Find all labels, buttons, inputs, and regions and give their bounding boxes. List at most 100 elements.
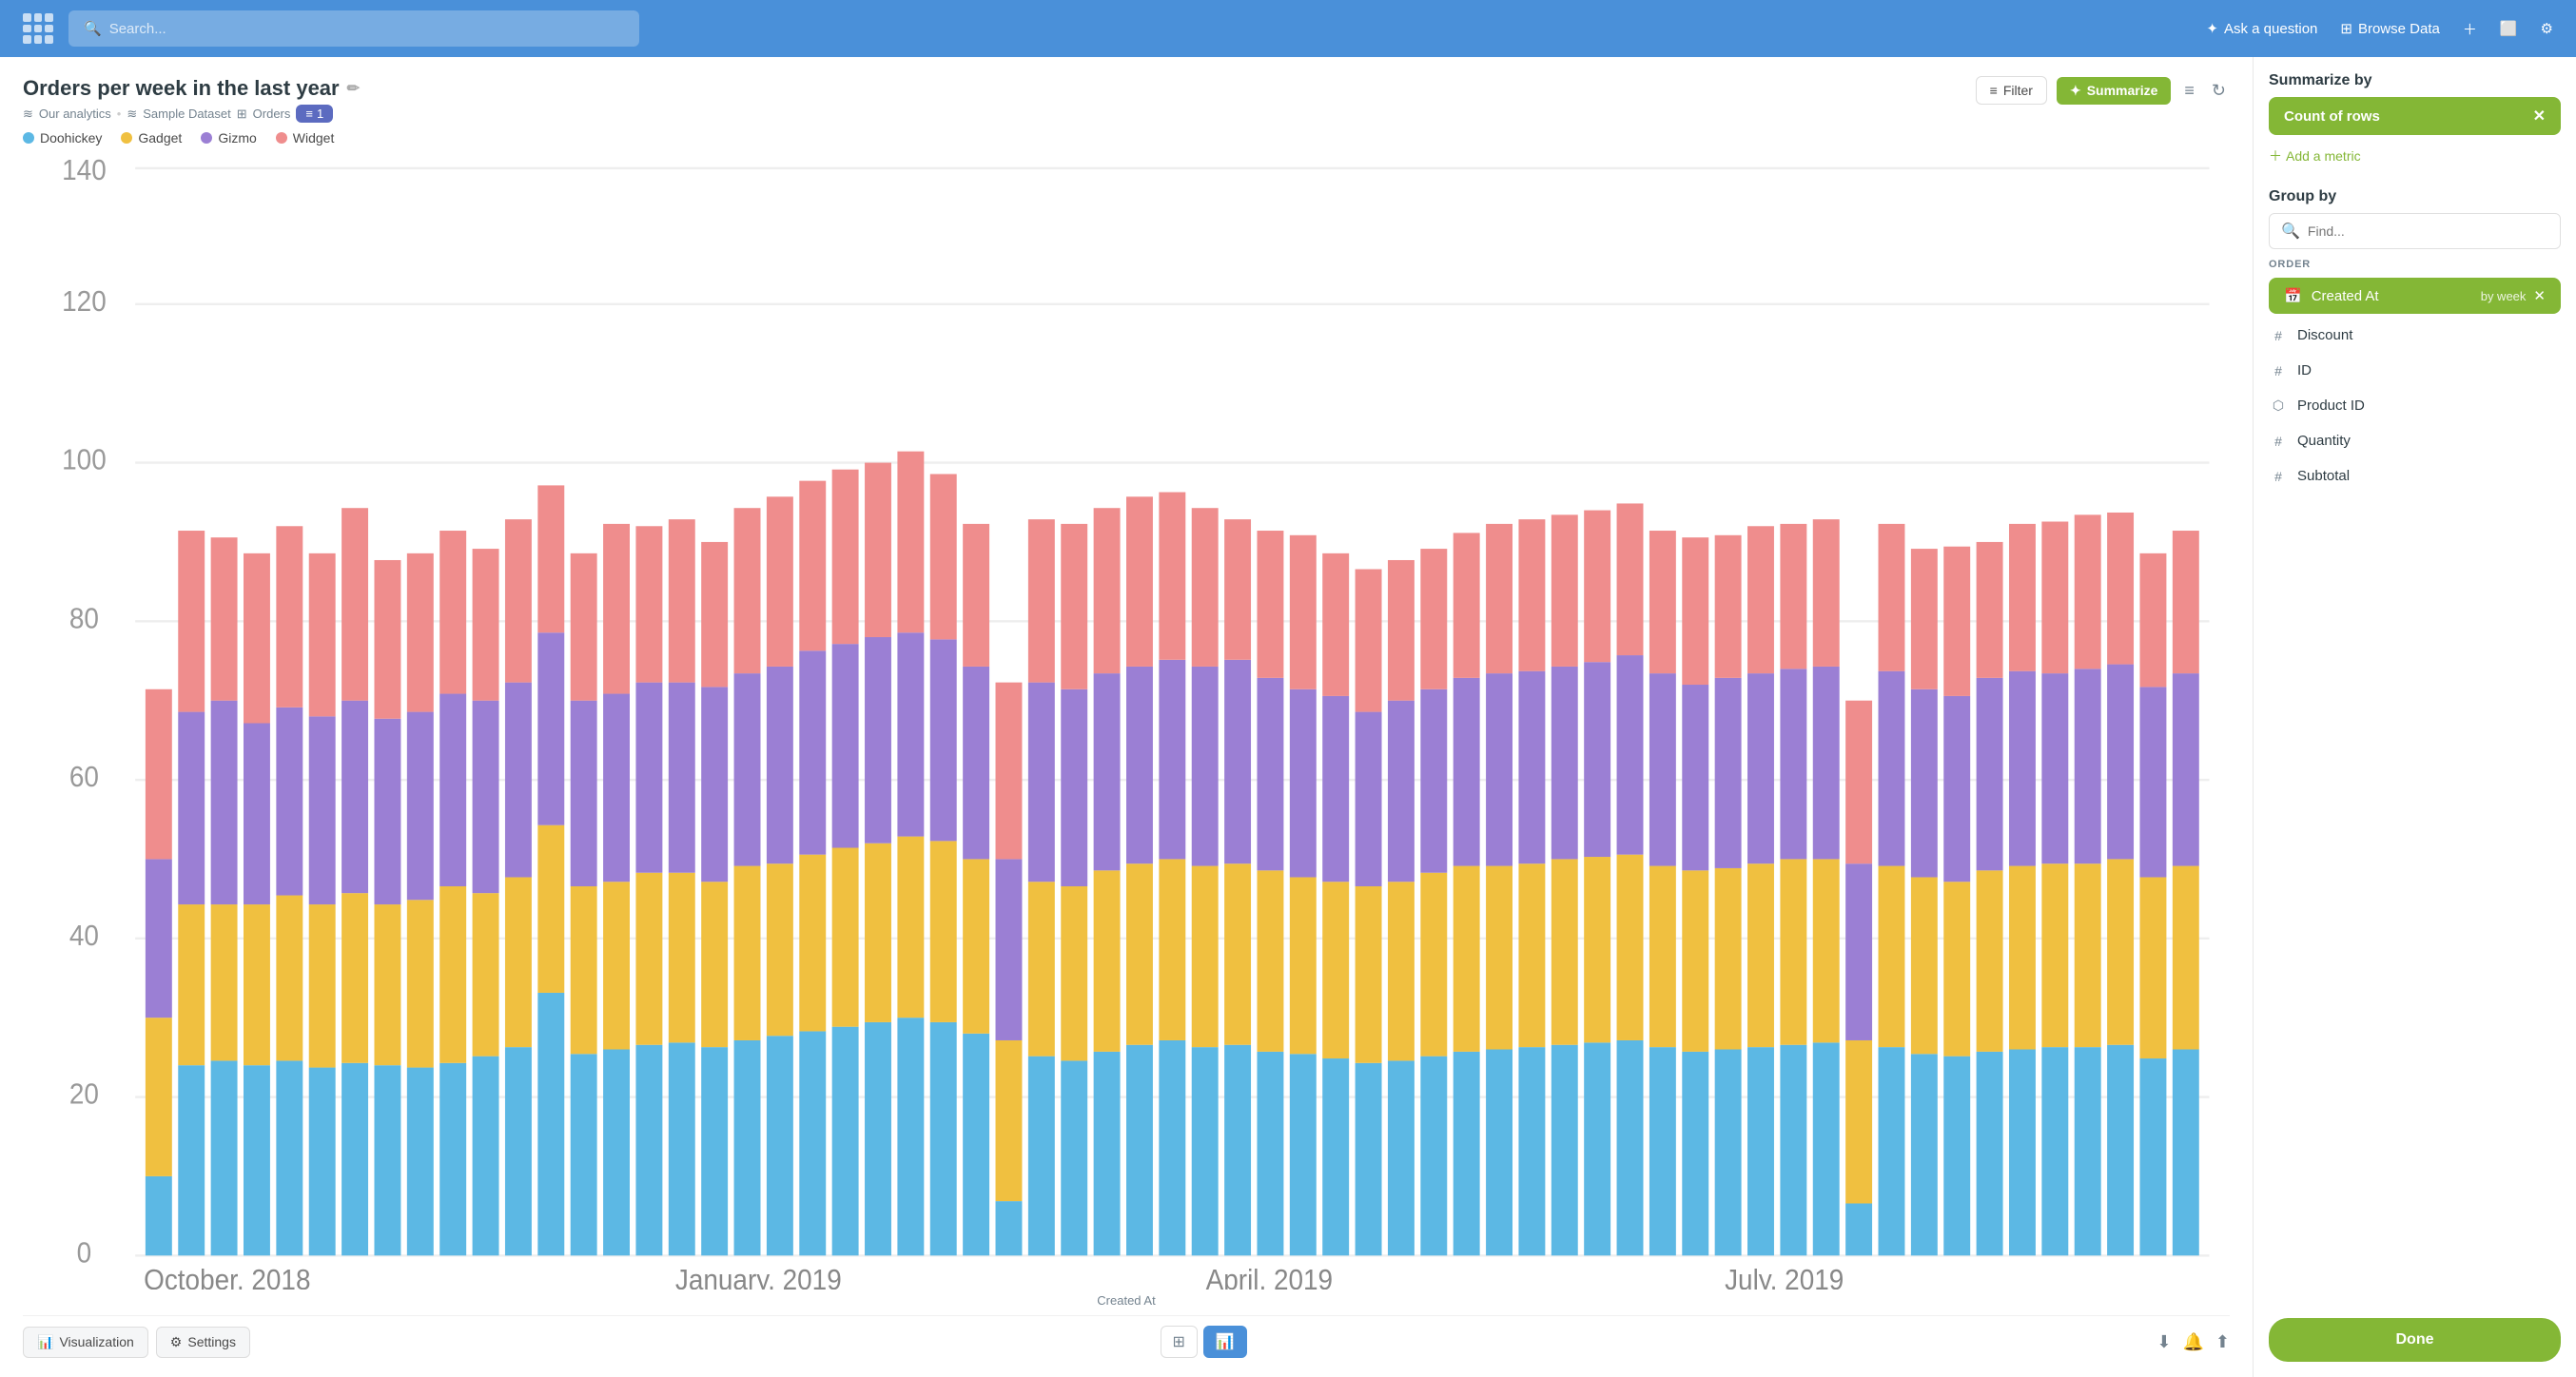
svg-text:140: 140 (62, 157, 107, 186)
grid-icon: ⊞ (2340, 20, 2352, 37)
svg-text:40: 40 (69, 920, 99, 953)
svg-text:100: 100 (62, 443, 107, 476)
chart-legend: Doohickey Gadget Gizmo Widget (23, 130, 2230, 145)
id-label: ID (2297, 362, 2312, 378)
group-item-subtotal[interactable]: # Subtotal (2254, 458, 2576, 494)
remove-metric-icon[interactable]: ✕ (2533, 107, 2546, 126)
chart-svg-wrap: 0 20 40 60 80 100 120 140 (23, 157, 2230, 1290)
hash-icon-quantity: # (2269, 434, 2288, 449)
group-item-quantity[interactable]: # Quantity (2254, 423, 2576, 458)
legend-gizmo: Gizmo (201, 130, 256, 145)
display-button[interactable]: ⬜ (2500, 20, 2518, 37)
share-icon[interactable]: ⬆ (2215, 1332, 2230, 1352)
download-icon[interactable]: ⬇ (2156, 1332, 2171, 1352)
group-item-id[interactable]: # ID (2254, 353, 2576, 388)
svg-text:80: 80 (69, 602, 99, 635)
svg-text:20: 20 (69, 1077, 99, 1111)
bottom-left: 📊 Visualization ⚙ Settings (23, 1327, 250, 1358)
hash-icon-subtotal: # (2269, 469, 2288, 484)
legend-label-widget: Widget (293, 130, 335, 145)
summarize-by-label: Summarize by (2254, 57, 2576, 97)
subtotal-label: Subtotal (2297, 468, 2350, 484)
quantity-label: Quantity (2297, 433, 2351, 449)
settings-icon: ⚙ (170, 1334, 183, 1350)
add-metric-button[interactable]: ＋ Add a metric (2254, 143, 2576, 181)
bar-chart: 0 20 40 60 80 100 120 140 (23, 157, 2230, 1290)
hash-icon-id: # (2269, 363, 2288, 378)
discount-label: Discount (2297, 327, 2352, 343)
legend-dot-doohickey (23, 132, 34, 144)
group-item-discount[interactable]: # Discount (2254, 318, 2576, 353)
bc-icon-3: ⊞ (237, 107, 247, 122)
browse-data-link[interactable]: ⊞ Browse Data (2340, 20, 2439, 37)
summarize-button[interactable]: ✦ Summarize (2057, 77, 2171, 105)
legend-dot-widget (276, 132, 287, 144)
chart-title: Orders per week in the last year (23, 76, 340, 101)
count-of-rows-label: Count of rows (2284, 108, 2380, 125)
hash-icon-discount: # (2269, 328, 2288, 343)
new-button[interactable]: ＋ (2463, 19, 2477, 39)
settings-button[interactable]: ⚙ Settings (156, 1327, 250, 1358)
created-at-label: Created At (2312, 288, 2379, 304)
done-button[interactable]: Done (2269, 1318, 2561, 1362)
created-at-group-pill[interactable]: 📅 Created At by week ✕ (2269, 278, 2561, 314)
chart-header: Orders per week in the last year ✏ ≋ Our… (23, 76, 2230, 123)
visualization-button[interactable]: 📊 Visualization (23, 1327, 148, 1358)
breadcrumb: ≋ Our analytics • ≋ Sample Dataset ⊞ Ord… (23, 105, 360, 123)
search-bar[interactable]: 🔍 Search... (68, 10, 639, 47)
plus-icon: ✦ (2206, 20, 2218, 37)
x-axis-label: Created At (23, 1293, 2230, 1308)
pill-left: 📅 Created At (2284, 287, 2379, 304)
bc-analytics[interactable]: Our analytics (39, 107, 111, 121)
refresh-button[interactable]: ↻ (2208, 77, 2230, 105)
bc-dataset[interactable]: Sample Dataset (143, 107, 231, 121)
chart-title-section: Orders per week in the last year ✏ ≋ Our… (23, 76, 360, 123)
remove-group-icon[interactable]: ✕ (2533, 287, 2546, 304)
svg-text:January, 2019: January, 2019 (675, 1264, 842, 1290)
legend-gadget: Gadget (121, 130, 182, 145)
view-toggle-group: ⊞ 📊 (1161, 1326, 1247, 1358)
filter-count: 1 (317, 107, 323, 121)
filter-badge[interactable]: ≡ 1 (296, 105, 333, 123)
svg-text:July, 2019: July, 2019 (1725, 1264, 1844, 1290)
legend-doohickey: Doohickey (23, 130, 102, 145)
legend-label-doohickey: Doohickey (40, 130, 102, 145)
toolbar-right: ≡ Filter ✦ Summarize ≡ ↻ (1976, 76, 2230, 105)
filter-icon: ≡ (1990, 83, 1998, 98)
search-icon: 🔍 (2281, 222, 2300, 241)
ask-question-link[interactable]: ✦ Ask a question (2206, 20, 2317, 37)
product-id-label: Product ID (2297, 398, 2365, 414)
edit-title-icon[interactable]: ✏ (347, 79, 360, 98)
calendar-icon: 📅 (2284, 287, 2302, 304)
settings-button[interactable]: ⚙ (2541, 20, 2553, 37)
table-view-toggle[interactable]: ⊞ (1161, 1326, 1198, 1358)
group-by-label: Group by (2254, 181, 2576, 213)
by-week-label: by week (2481, 289, 2527, 303)
legend-widget: Widget (276, 130, 335, 145)
count-of-rows-pill[interactable]: Count of rows ✕ (2269, 97, 2561, 135)
bottom-bar: 📊 Visualization ⚙ Settings ⊞ 📊 ⬇ 🔔 ⬆ (23, 1315, 2230, 1358)
link-icon-product-id: ⬡ (2269, 398, 2288, 414)
main-content: Orders per week in the last year ✏ ≋ Our… (0, 57, 2576, 1377)
legend-label-gizmo: Gizmo (218, 130, 256, 145)
group-item-product-id[interactable]: ⬡ Product ID (2254, 388, 2576, 423)
svg-text:0: 0 (77, 1236, 92, 1270)
chart-title-row: Orders per week in the last year ✏ (23, 76, 360, 101)
filter-button[interactable]: ≡ Filter (1976, 76, 2047, 105)
alert-icon[interactable]: 🔔 (2182, 1332, 2203, 1352)
bottom-right: ⬇ 🔔 ⬆ (2156, 1332, 2230, 1352)
chart-view-toggle[interactable]: 📊 (1203, 1326, 1247, 1358)
search-placeholder: Search... (109, 21, 166, 37)
legend-dot-gizmo (201, 132, 212, 144)
search-icon: 🔍 (84, 20, 102, 37)
bc-orders[interactable]: Orders (253, 107, 291, 121)
app-header: 🔍 Search... ✦ Ask a question ⊞ Browse Da… (0, 0, 2576, 57)
sidebar: Summarize by Count of rows ✕ ＋ Add a met… (2253, 57, 2576, 1377)
svg-text:120: 120 (62, 285, 107, 319)
group-search-input[interactable] (2308, 223, 2548, 239)
legend-label-gadget: Gadget (138, 130, 182, 145)
chart-container: 0 20 40 60 80 100 120 140 (23, 157, 2230, 1308)
filter-icon: ≡ (305, 107, 313, 121)
legend-dot-gadget (121, 132, 132, 144)
sort-button[interactable]: ≡ (2180, 77, 2198, 105)
